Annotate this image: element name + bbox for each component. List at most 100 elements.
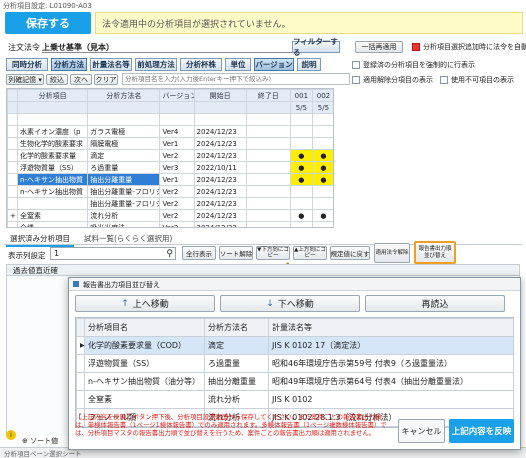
sample-002-cell[interactable]: ●	[311, 149, 333, 162]
sample-001-cell[interactable]	[289, 197, 313, 210]
sample-001-cell[interactable]	[289, 113, 313, 126]
reapply-button[interactable]: 一括再適用	[355, 41, 403, 53]
table-row[interactable]	[7, 113, 333, 126]
col-end[interactable]: 終了日	[245, 89, 291, 102]
col-start[interactable]: 開始日	[193, 89, 247, 102]
col-item[interactable]: 分析項目	[17, 89, 89, 102]
dialog-row[interactable]: 全窒素 流れ分析 JIS K 0102	[76, 390, 514, 409]
cancel-button[interactable]: キャンセル	[398, 419, 445, 443]
tab-analysis-stock[interactable]: 分析杯株	[180, 58, 222, 71]
sample-002-cell[interactable]: ●	[311, 161, 333, 174]
search-icon[interactable]: ⚲	[166, 249, 173, 259]
report-order-button[interactable]: 報告書出力順並び替え	[414, 241, 456, 264]
dialog-row[interactable]: n-ヘキサン抽出物質（油分等） 抽出分離重量 昭和49年環境庁告示第64号 付表4（…	[76, 372, 514, 391]
sample-002-cell[interactable]: ●	[311, 173, 333, 186]
col-version[interactable]: バージョン	[159, 89, 195, 102]
show-unusable-label: 使用不可項目の表示	[451, 76, 514, 84]
register-all-option[interactable]: 登録済の分析項目を強制的に行表示	[352, 60, 475, 70]
show-all-rows-button[interactable]: 全行表示	[182, 246, 216, 260]
end-date-cell	[245, 113, 291, 126]
sample-001-cell[interactable]: ●	[289, 209, 313, 222]
tab-version[interactable]: バージョン	[254, 58, 294, 71]
table-row[interactable]: 抽出分離重量-フロリジルVer22024/12/23	[7, 197, 333, 210]
sample-001-cell[interactable]	[289, 221, 313, 227]
filter-button[interactable]: フィルターする	[292, 37, 340, 57]
table-row[interactable]: 水素イオン濃度（p ガラス電極 Ver4 2024/12/23	[7, 125, 333, 138]
col-sample-002[interactable]: 002	[311, 89, 333, 102]
apply-button[interactable]: 上記内容を反映	[449, 419, 514, 443]
arrow-down-icon: ↓	[266, 298, 274, 309]
sample-001-cell[interactable]	[289, 185, 313, 198]
table-row[interactable]: n-ヘキサン抽出物質 抽出分離重量 Ver1 2024/12/23 ● ●	[7, 173, 333, 186]
table-row[interactable]: 生物化学的酸素要求 隔膜電極 Ver1 2024/12/23	[7, 137, 333, 150]
sample-001-cell[interactable]	[289, 125, 313, 138]
sample-002-cell[interactable]	[311, 137, 333, 150]
row-pointer: ▶	[76, 336, 85, 355]
show-unused-option[interactable]: 適用解除分項目の表示	[352, 75, 433, 85]
show-unusable-check[interactable]	[440, 76, 448, 84]
move-down-button[interactable]: ↓ 下へ移動	[220, 295, 360, 312]
law-select-line	[42, 52, 292, 53]
tab-pretreat[interactable]: 前処理方法	[135, 58, 177, 71]
row-marker: +	[7, 209, 19, 222]
sort-select[interactable]: 列確記憶 ▾	[6, 74, 44, 85]
sample-001-cell[interactable]	[289, 137, 313, 150]
narrow-button[interactable]: 絞込	[46, 74, 68, 85]
table-row[interactable]: + 全窒素 流れ分析 Ver2 2024/12/23 ● ●	[7, 209, 333, 222]
register-all-check[interactable]	[352, 61, 360, 69]
col-item-name[interactable]: 分析項目名	[84, 318, 205, 337]
col-method[interactable]: 分析方法名	[87, 89, 161, 102]
show-unused-check[interactable]	[352, 76, 360, 84]
sample-002-cell[interactable]	[311, 125, 333, 138]
table-row[interactable]: 化学的酸素要求量 滴定 Ver2 2024/12/23 ● ●	[7, 149, 333, 162]
tab-description[interactable]: 説明	[297, 58, 321, 71]
clear-button[interactable]: クリア	[94, 74, 118, 85]
sort-release-button[interactable]: ソート解除	[219, 246, 253, 260]
start-date-cell: 2024/12/23	[193, 209, 247, 222]
dialog-row[interactable]: 浮遊物質量（SS） ろ過重量 昭和46年環境庁告示第59号 付表9（ろ過重量法）	[76, 354, 514, 373]
col-law-name[interactable]: 計量法名等	[268, 318, 514, 337]
sort-status-label: ⊕ ソート値	[22, 437, 59, 445]
sample-001-cell[interactable]: ●	[289, 161, 313, 174]
auto-apply-checkbox[interactable]: 分析項目選択追加時に法令を自動適用	[412, 42, 526, 52]
reload-button[interactable]: 再読込	[365, 295, 505, 312]
sample-002-cell[interactable]	[311, 197, 333, 210]
sample-date-001: 5/5	[289, 101, 313, 114]
dialog-method-cell: 流れ分析	[204, 390, 269, 409]
start-date-cell: 2024/12/23	[193, 149, 247, 162]
dialog-row[interactable]: ▶ 化学的酸素要求量（COD） 滴定 JIS K 0102 17（滴定法）	[76, 336, 514, 355]
save-button-label: 保存する	[26, 17, 70, 30]
move-up-button[interactable]: ↑ 上へ移動	[75, 295, 215, 312]
grid-corner	[7, 89, 19, 102]
table-row[interactable]: 全燐 吸光光度法 Ver2 2024/12/23	[7, 221, 333, 227]
col-method-name[interactable]: 分析方法名	[204, 318, 269, 337]
copy-down-button[interactable]: ▼下方向にコピー	[256, 246, 290, 260]
auto-apply-check[interactable]	[412, 43, 420, 51]
sample-002-cell[interactable]: ●	[311, 209, 333, 222]
sample-002-cell[interactable]	[311, 113, 333, 126]
main-grid-header: 分析項目 分析方法名 バージョン 開始日 終了日 001 002	[7, 89, 333, 102]
item-cell: 全窒素	[17, 209, 89, 222]
table-row[interactable]: n-ヘキサン抽出物質抽出分離重量-フロリジルVer22024/12/23	[7, 185, 333, 198]
show-unusable-option[interactable]: 使用不可項目の表示	[440, 75, 514, 85]
sample-001-cell[interactable]: ●	[289, 173, 313, 186]
tab-unit[interactable]: 単位	[225, 58, 251, 71]
sample-001-cell[interactable]: ●	[289, 149, 313, 162]
display-order-input[interactable]: 1 ⚲	[50, 247, 176, 260]
method-cell	[87, 113, 161, 126]
law-release-button[interactable]: 適用法令解除	[374, 243, 410, 263]
reset-default-button[interactable]: 規定値に戻す	[330, 246, 370, 260]
col-sample-001[interactable]: 001	[289, 89, 313, 102]
sample-002-cell[interactable]	[311, 221, 333, 227]
table-row[interactable]: 浮遊物質量（SS） ろ過重量 Ver3 2022/10/11 ● ●	[7, 161, 333, 174]
save-button[interactable]: 保存する	[5, 12, 91, 34]
tab-measure-law[interactable]: 計量法名等	[90, 58, 132, 71]
search-input[interactable]	[122, 73, 350, 85]
sort-select-label: 列確記憶	[8, 75, 37, 84]
tab-method[interactable]: 分析方法	[51, 58, 87, 71]
sample-002-cell[interactable]	[311, 185, 333, 198]
copy-up-button[interactable]: ▲上方向にコピー	[293, 246, 327, 260]
tab-simultaneous[interactable]: 同時分析	[6, 58, 48, 71]
history-label: 過去値直近確	[13, 266, 58, 275]
next-button[interactable]: 次へ	[70, 74, 92, 85]
